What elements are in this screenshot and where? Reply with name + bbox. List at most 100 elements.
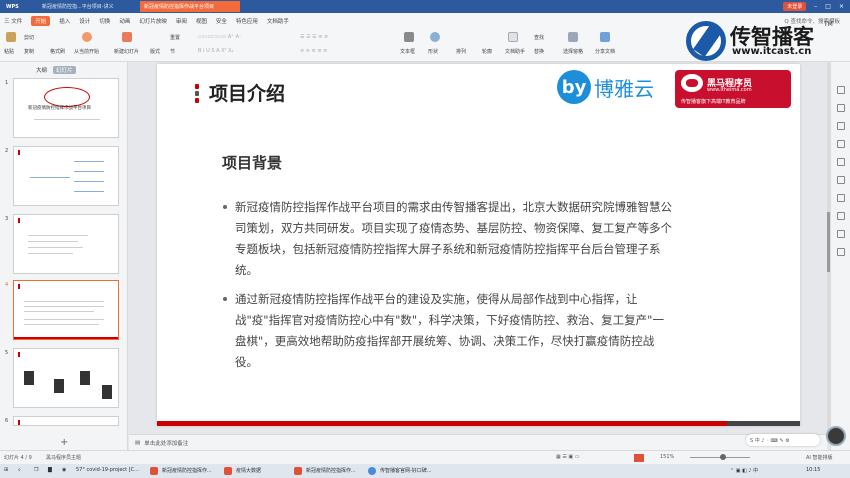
find-button[interactable]: 查找 <box>534 34 544 41</box>
tab-slides[interactable]: 幻灯片 <box>53 66 76 74</box>
menu-features[interactable]: 特色应用 <box>236 17 258 25</box>
slide-thumb-5[interactable] <box>13 348 119 408</box>
new-slide-icon[interactable] <box>122 32 132 42</box>
task-view-icon[interactable]: ❐ <box>34 467 38 473</box>
doc-assistant-button[interactable]: 文档助手 <box>505 48 525 55</box>
slide-thumb-2[interactable] <box>13 146 119 206</box>
menu-transition[interactable]: 切换 <box>99 17 110 25</box>
menu-slideshow[interactable]: 幻灯片放映 <box>139 17 167 25</box>
copy-button[interactable]: 复制 <box>24 48 34 55</box>
new-slide-button[interactable]: 新建幻灯片 <box>114 48 139 55</box>
maximize-icon[interactable]: □ <box>825 3 831 10</box>
zoom-level[interactable]: 151% <box>660 454 674 460</box>
view-mode-icons[interactable]: ▦ ☰ ▣ ▭ <box>556 454 579 460</box>
textbox-icon[interactable] <box>404 32 414 42</box>
floating-assistant-button[interactable] <box>826 426 846 446</box>
bullet-paragraph-2[interactable]: 通过新冠疫情防控指挥作战平台的建设及实施，使得从局部作战到中心指挥，让战"疫"指… <box>223 289 675 373</box>
system-tray-icons[interactable]: ⌃ ▣ ◧ ♪ 中 <box>730 467 758 474</box>
paste-icon[interactable] <box>6 32 16 42</box>
close-icon[interactable]: × <box>839 3 844 10</box>
minimize-icon[interactable]: – <box>814 3 817 10</box>
tab-project[interactable]: 新冠疫情防控指挥作战平台项目 <box>140 1 240 12</box>
footer-gray-bar <box>727 421 800 426</box>
tab-outline[interactable]: 大纲 <box>36 66 47 74</box>
sidebar-tool-icon[interactable] <box>837 104 845 112</box>
input-method-icons[interactable]: S 中 ♪ ◦ ⌨ ✎ ⚙ <box>750 437 790 444</box>
start-icon[interactable]: ⊞ <box>4 467 8 473</box>
menu-security[interactable]: 安全 <box>216 17 227 25</box>
share-icon[interactable] <box>600 32 610 42</box>
sidebar-tool-icon[interactable] <box>837 248 845 256</box>
replace-button[interactable]: 替换 <box>534 48 544 55</box>
sidebar-tool-icon[interactable] <box>837 194 845 202</box>
doc-assistant-icon[interactable] <box>508 32 518 42</box>
share-button[interactable]: 分享文档 <box>595 48 615 55</box>
font-style-controls[interactable]: B I U S A X² X₂ <box>198 48 234 54</box>
paste-button[interactable]: 粘贴 <box>4 48 14 55</box>
floating-input-toolbar[interactable]: S 中 ♪ ◦ ⌨ ✎ ⚙ <box>746 434 820 446</box>
align-controls[interactable]: ≡ ≡ ≡ ≡ ≡ <box>300 48 327 54</box>
from-current-button[interactable]: 从当前开始 <box>74 48 99 55</box>
shape-button[interactable]: 形状 <box>428 48 438 55</box>
menu-doc-assistant[interactable]: 文档助手 <box>267 17 289 25</box>
menu-start[interactable]: 开始 <box>31 15 51 26</box>
reset-button[interactable]: 重置 <box>170 34 180 41</box>
menu-design[interactable]: 设计 <box>79 17 90 25</box>
taskbar-item-5[interactable]: 传智播客官网-好口碑... <box>380 467 432 474</box>
slide-thumb-3[interactable] <box>13 214 119 274</box>
cut-button[interactable]: 剪切 <box>24 34 34 41</box>
slide-number-1: 1 <box>5 80 9 86</box>
ai-layout-button[interactable]: AI 智能排版 <box>806 454 833 461</box>
play-icon[interactable] <box>82 32 92 42</box>
thumb-line <box>28 253 73 254</box>
login-button[interactable]: 未登录 <box>783 2 807 11</box>
zoom-slider-knob[interactable] <box>720 454 726 460</box>
arrange-button[interactable]: 排列 <box>456 48 466 55</box>
add-slide-button[interactable]: + <box>60 437 68 448</box>
file-explorer-icon[interactable]: ▇ <box>48 467 52 473</box>
menu-insert[interactable]: 插入 <box>59 17 70 25</box>
slide-thumbnail-panel: 大纲 幻灯片 1 新冠疫情防控指挥作战平台项目 2 3 4 5 6 + <box>0 62 128 450</box>
slide-thumb-1[interactable]: 新冠疫情防控指挥作战平台项目 <box>13 78 119 138</box>
slideshow-play-icon[interactable] <box>634 454 644 462</box>
sidebar-tool-icon[interactable] <box>837 158 845 166</box>
sidebar-tool-icon[interactable] <box>837 122 845 130</box>
slide-4[interactable]: 项目介绍 by 博雅云 黑马程序员 www.itheima.com 传智播客旗下… <box>157 64 800 426</box>
menu-review[interactable]: 审阅 <box>176 17 187 25</box>
theme-name[interactable]: 黑马程序员主题 <box>46 454 81 461</box>
sidebar-tool-icon[interactable] <box>837 230 845 238</box>
outline-button[interactable]: 轮廓 <box>482 48 492 55</box>
section-button[interactable]: 节 <box>170 48 175 55</box>
shape-icon[interactable] <box>430 32 440 42</box>
itcast-watermark-logo: 传智播客 www.itcast.cn TM <box>686 18 850 62</box>
chrome-task-icon <box>368 467 376 475</box>
app-name[interactable]: WPS <box>2 1 36 12</box>
title-bar: WPS 新冠疫情防控指...平台项目-讲义 新冠疫情防控指挥作战平台项目 未登录… <box>0 0 850 13</box>
sidebar-tool-icon[interactable] <box>837 176 845 184</box>
paragraph-controls[interactable]: ☰ ☰ ☰ ≡ ≡ <box>300 34 328 40</box>
slide-thumb-4-selected[interactable] <box>13 280 119 340</box>
search-icon[interactable]: ⌕ <box>18 467 21 473</box>
taskbar-item-4[interactable]: 新冠疫情防控指挥作... <box>306 467 356 474</box>
sidebar-tool-icon[interactable] <box>837 212 845 220</box>
select-pane-icon[interactable] <box>568 32 578 42</box>
format-painter-button[interactable]: 格式刷 <box>50 48 65 55</box>
taskbar-item-2[interactable]: 新冠疫情防控指挥作... <box>162 467 212 474</box>
taskbar-item-3[interactable]: 疫情大数据 <box>236 467 261 474</box>
bullet-paragraph-1[interactable]: 新冠疫情防控指挥作战平台项目的需求由传智播客提出，北京大数据研究院博雅智慧公司策… <box>223 197 675 281</box>
menu-file[interactable]: 三 文件 <box>4 17 22 25</box>
browser-icon[interactable]: ◉ <box>62 467 66 473</box>
menu-view[interactable]: 视图 <box>196 17 207 25</box>
notes-pane[interactable]: ▤ 单击此处添加备注 <box>129 434 827 450</box>
menu-animation[interactable]: 动画 <box>119 17 130 25</box>
tab-lecture[interactable]: 新冠疫情防控指...平台项目-讲义 <box>38 1 138 12</box>
sidebar-tool-icon[interactable] <box>837 86 845 94</box>
sidebar-tool-icon[interactable] <box>837 140 845 148</box>
select-pane-button[interactable]: 选择窗格 <box>563 48 583 55</box>
taskbar-item-1[interactable]: 57° covid-19-project [C... <box>76 467 139 473</box>
slide-thumb-6[interactable] <box>13 416 119 426</box>
thumb-device <box>102 385 112 399</box>
layout-button[interactable]: 版式 <box>150 48 160 55</box>
textbox-button[interactable]: 文本框 <box>400 48 415 55</box>
font-controls[interactable]: ▭▭▭▭▭▭ A⁺ A⁻ <box>198 34 242 40</box>
